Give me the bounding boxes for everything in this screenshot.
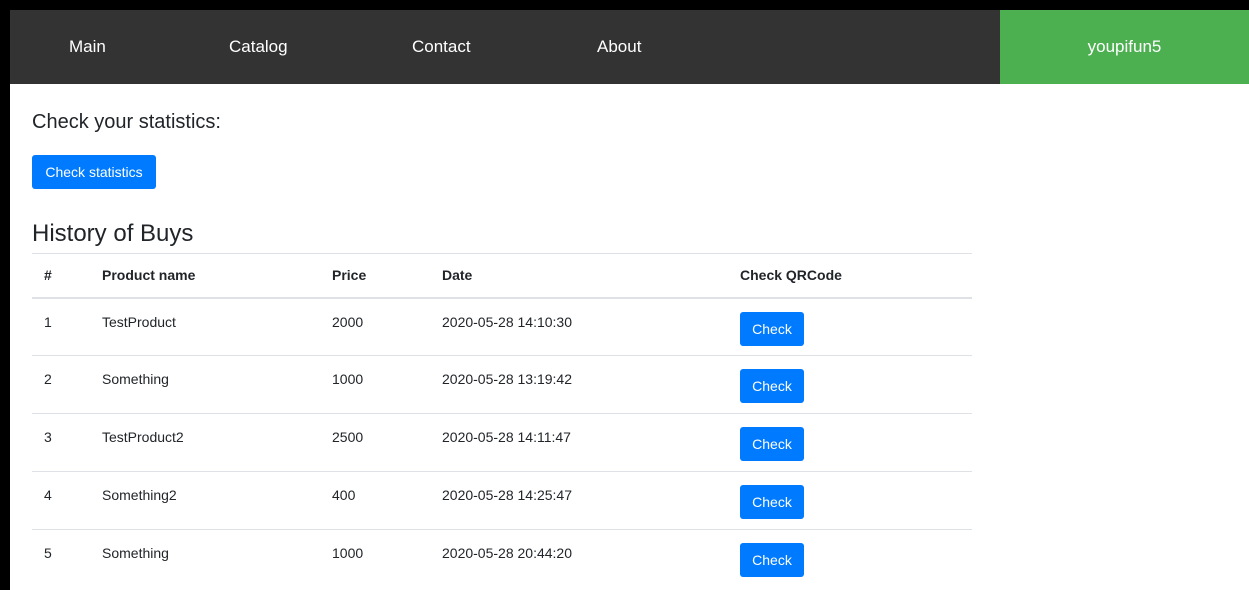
cell-number: 5	[32, 529, 102, 588]
cell-date: 2020-05-28 14:11:47	[442, 413, 740, 472]
cell-date: 2020-05-28 13:19:42	[442, 355, 740, 414]
cell-price: 2500	[332, 413, 442, 472]
cell-date: 2020-05-28 14:10:30	[442, 297, 740, 356]
column-header-check-qrcode: Check QRCode	[740, 253, 972, 299]
column-header-number: #	[32, 253, 102, 299]
table-row: 5 Something 1000 2020-05-28 20:44:20 Che…	[32, 529, 972, 588]
check-qrcode-button[interactable]: Check	[740, 311, 804, 346]
check-qrcode-button[interactable]: Check	[740, 485, 804, 519]
check-qrcode-button[interactable]: Check	[740, 543, 804, 577]
history-table: # Product name Price Date Check QRCode 1…	[32, 253, 972, 588]
cell-action: Check	[740, 471, 972, 530]
table-row: 3 TestProduct2 2500 2020-05-28 14:11:47 …	[32, 413, 972, 472]
check-qrcode-button[interactable]: Check	[740, 369, 804, 403]
table-body: 1 TestProduct 2000 2020-05-28 14:10:30 C…	[32, 297, 972, 588]
nav-contact[interactable]: Contact	[412, 10, 471, 84]
cell-number: 3	[32, 413, 102, 472]
cell-product-name: Something2	[102, 471, 332, 530]
check-statistics-button[interactable]: Check statistics	[32, 155, 156, 189]
nav-main[interactable]: Main	[69, 10, 106, 84]
history-heading: History of Buys	[32, 220, 194, 247]
table-row: 4 Something2 400 2020-05-28 14:25:47 Che…	[32, 471, 972, 530]
column-header-date: Date	[442, 253, 740, 299]
cell-date: 2020-05-28 20:44:20	[442, 529, 740, 588]
column-header-product-name: Product name	[102, 253, 332, 299]
nav-catalog[interactable]: Catalog	[229, 10, 288, 84]
cell-price: 2000	[332, 297, 442, 356]
cell-product-name: Something	[102, 355, 332, 414]
page: Main Catalog Contact About youpifun5 Che…	[10, 10, 1249, 590]
cell-price: 1000	[332, 529, 442, 588]
cell-price: 1000	[332, 355, 442, 414]
cell-action: Check	[740, 355, 972, 414]
cell-action: Check	[740, 297, 972, 356]
stats-heading: Check your statistics:	[32, 111, 221, 133]
cell-number: 2	[32, 355, 102, 414]
nav-user-account[interactable]: youpifun5	[1000, 10, 1249, 84]
table-header: # Product name Price Date Check QRCode	[32, 253, 972, 299]
window-frame: Main Catalog Contact About youpifun5 Che…	[0, 0, 1249, 590]
table-row: 1 TestProduct 2000 2020-05-28 14:10:30 C…	[32, 297, 972, 356]
cell-price: 400	[332, 471, 442, 530]
check-qrcode-button[interactable]: Check	[740, 427, 804, 461]
cell-action: Check	[740, 413, 972, 472]
cell-product-name: Something	[102, 529, 332, 588]
cell-product-name: TestProduct2	[102, 413, 332, 472]
cell-action: Check	[740, 529, 972, 588]
top-navbar: Main Catalog Contact About youpifun5	[10, 10, 1249, 84]
table-row: 2 Something 1000 2020-05-28 13:19:42 Che…	[32, 355, 972, 414]
column-header-price: Price	[332, 253, 442, 299]
nav-about[interactable]: About	[597, 10, 641, 84]
cell-number: 4	[32, 471, 102, 530]
cell-product-name: TestProduct	[102, 297, 332, 356]
cell-date: 2020-05-28 14:25:47	[442, 471, 740, 530]
cell-number: 1	[32, 297, 102, 356]
table-header-row: # Product name Price Date Check QRCode	[32, 253, 972, 299]
